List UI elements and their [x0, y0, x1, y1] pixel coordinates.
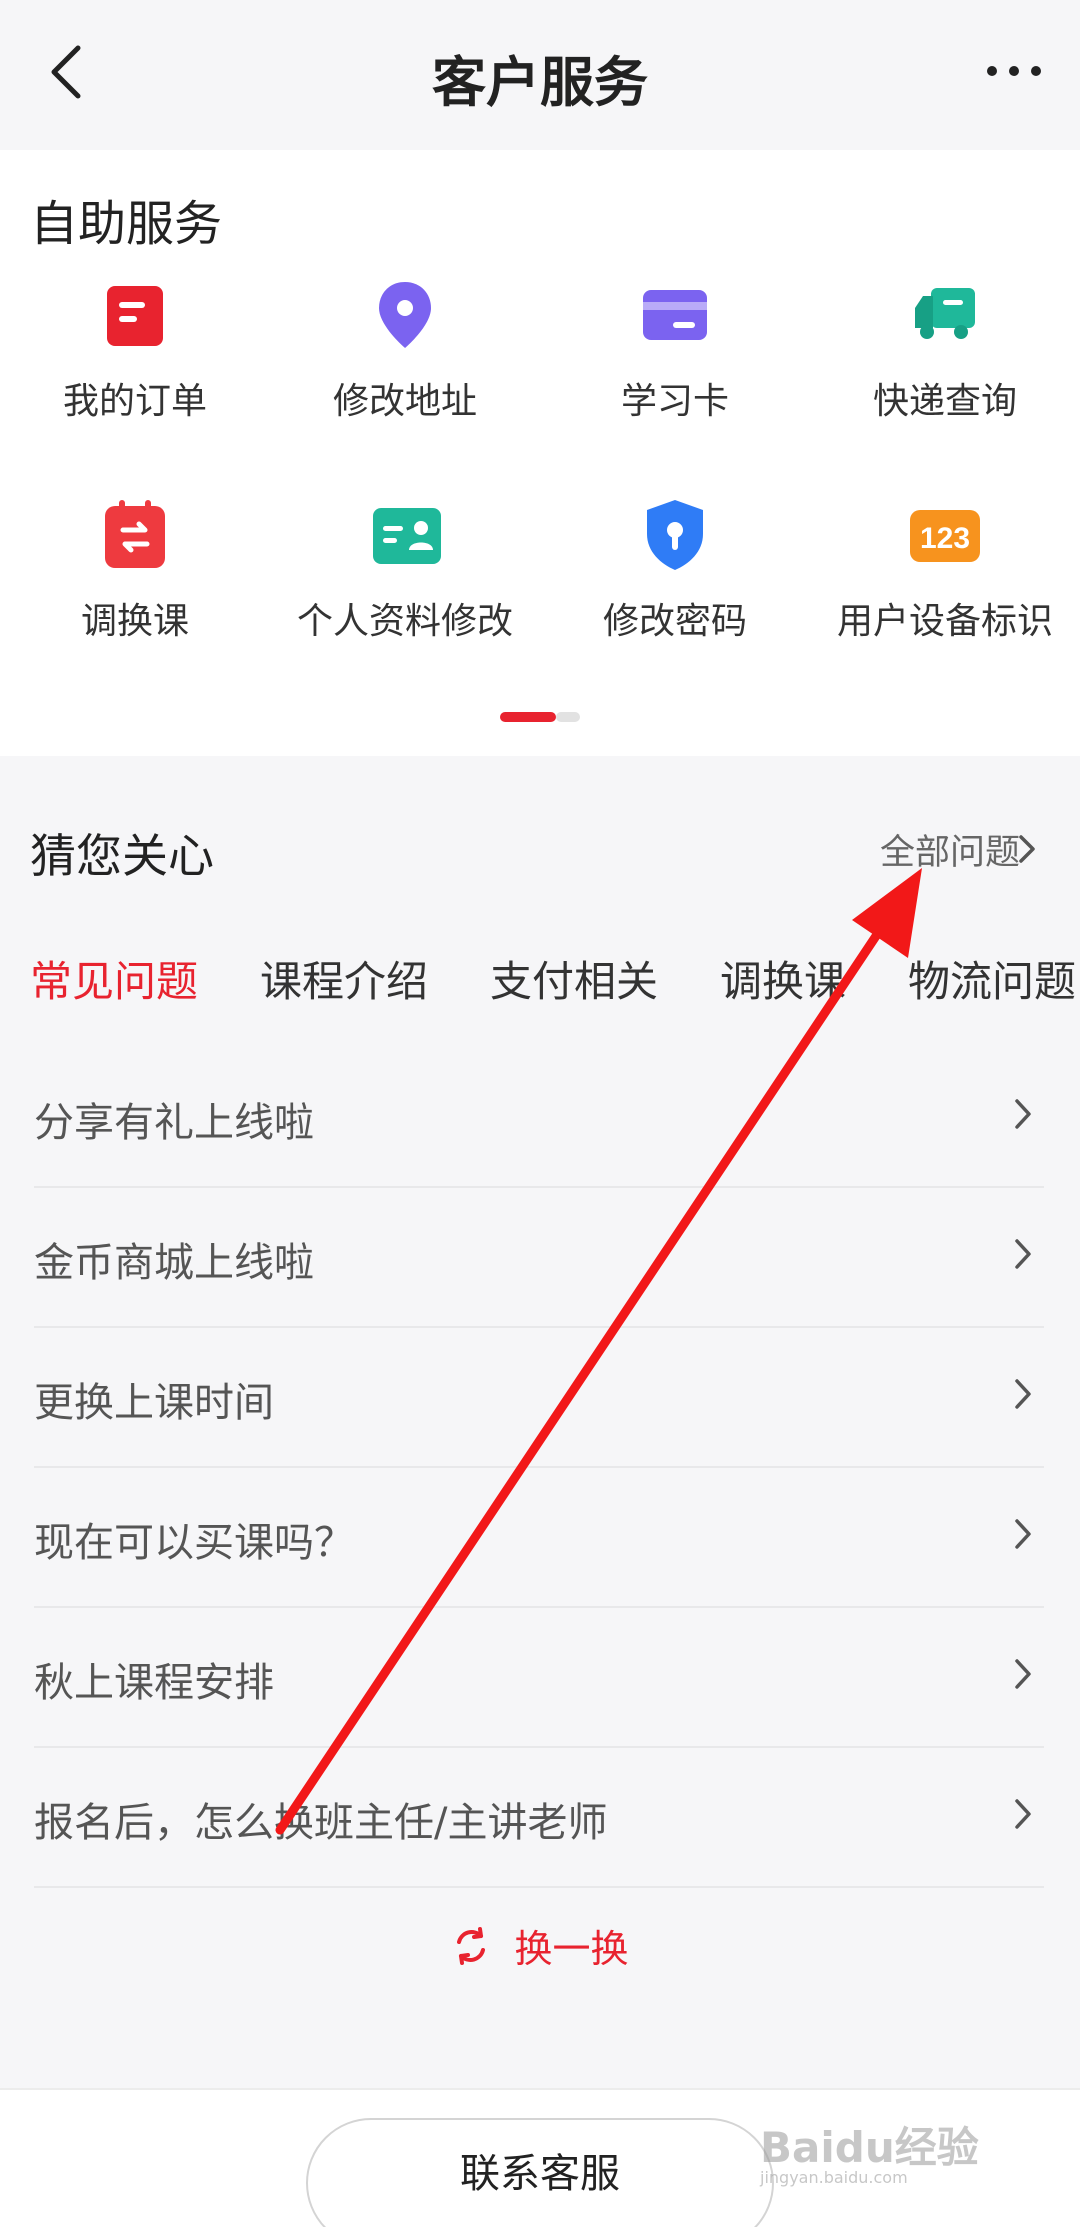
number-badge-icon: 123 [910, 510, 980, 562]
self-service-item-label: 学习卡 [620, 381, 729, 422]
faq-item[interactable]: 现在可以买课吗？ [34, 1468, 1044, 1608]
faq-item-text: 秋上课程安排 [34, 1660, 274, 1706]
id-card-icon [373, 508, 441, 564]
faq-item-text: 报名后，怎么换班主任/主讲老师 [34, 1800, 608, 1846]
refresh-label: 换一换 [514, 1927, 629, 1971]
all-questions-link[interactable]: 全部问题 [880, 824, 1020, 875]
refresh-icon [457, 1926, 486, 1965]
faq-item[interactable]: 更换上课时间 [34, 1328, 1044, 1468]
svg-text:123: 123 [920, 522, 970, 555]
chevron-right-icon [1015, 1519, 1031, 1549]
card-icon [643, 290, 707, 340]
faq-item[interactable]: 秋上课程安排 [34, 1608, 1044, 1748]
location-pin-icon [379, 282, 431, 348]
refresh-questions-button[interactable]: 换一换 [0, 1918, 1080, 1973]
chevron-right-icon [1015, 1659, 1031, 1689]
self-service-panel: 自助服务 我的订单 修改地址 学习卡 快递查询 调换课 个人资料修改 修改密码 … [0, 150, 1080, 756]
chevron-right-icon [1015, 1239, 1031, 1269]
truck-icon [915, 288, 975, 339]
self-service-item-label: 快递查询 [872, 381, 1017, 422]
nav-bar: 客户服务 [0, 0, 1080, 150]
faq-item-text: 分享有礼上线啦 [34, 1100, 314, 1146]
faq-tabs: 常见问题 课程介绍 支付相关 调换课 物流问题 [30, 948, 1080, 1018]
self-service-item-edit-profile[interactable]: 个人资料修改 [270, 498, 540, 688]
tab-course-intro[interactable]: 课程介绍 [260, 948, 428, 1009]
self-service-title: 自助服务 [30, 196, 223, 252]
tab-logistics[interactable]: 物流问题 [908, 948, 1076, 1009]
more-options-icon[interactable] [984, 56, 1044, 86]
self-service-item-change-password[interactable]: 修改密码 [540, 498, 810, 688]
watermark: Baidu经验 jingyan.baidu.com [760, 2108, 1020, 2188]
faq-item-text: 现在可以买课吗？ [34, 1520, 354, 1566]
self-service-item-change-course[interactable]: 调换课 [0, 498, 270, 688]
self-service-item-label: 调换课 [80, 601, 189, 642]
page-indicator-inactive [556, 712, 580, 722]
self-service-item-label: 修改地址 [332, 381, 477, 422]
order-icon [107, 286, 163, 346]
self-service-item-label: 个人资料修改 [296, 601, 513, 642]
tab-payment[interactable]: 支付相关 [490, 948, 658, 1009]
self-service-item-label: 修改密码 [602, 601, 747, 642]
page-indicator-active [500, 712, 556, 722]
faq-item-text: 金币商城上线啦 [34, 1240, 314, 1286]
tab-common-questions[interactable]: 常见问题 [30, 948, 198, 1009]
watermark-url: jingyan.baidu.com [760, 2168, 908, 2187]
chevron-right-icon [1015, 1799, 1031, 1829]
faq-item[interactable]: 报名后，怎么换班主任/主讲老师 [34, 1748, 1044, 1888]
self-service-item-device-id[interactable]: 123 用户设备标识 [810, 498, 1080, 688]
self-service-item-label: 我的订单 [62, 381, 207, 422]
chevron-right-icon [1015, 1099, 1031, 1129]
tab-change-course[interactable]: 调换课 [720, 948, 846, 1009]
faq-section-title: 猜您关心 [30, 829, 214, 883]
self-service-item-my-order[interactable]: 我的订单 [0, 278, 270, 468]
self-service-item-express-query[interactable]: 快递查询 [810, 278, 1080, 468]
self-service-item-edit-address[interactable]: 修改地址 [270, 278, 540, 468]
chevron-right-icon [1015, 1379, 1031, 1409]
page-title: 客户服务 [432, 51, 648, 114]
faq-panel: 猜您关心 全部问题 常见问题 课程介绍 支付相关 调换课 物流问题 分享有礼上线… [0, 778, 1080, 2088]
faq-item-text: 更换上课时间 [34, 1380, 274, 1426]
shield-lock-icon [647, 500, 703, 570]
faq-item[interactable]: 金币商城上线啦 [34, 1188, 1044, 1328]
chevron-right-icon[interactable] [1018, 834, 1036, 864]
self-service-item-label: 用户设备标识 [836, 601, 1053, 642]
bottom-bar: 联系客服 Baidu经验 jingyan.baidu.com [0, 2088, 1080, 2227]
watermark-brand: Baidu经验 [760, 2123, 979, 2172]
faq-item[interactable]: 分享有礼上线啦 [34, 1048, 1044, 1188]
calendar-swap-icon [105, 500, 165, 568]
self-service-item-study-card[interactable]: 学习卡 [540, 278, 810, 468]
contact-service-button[interactable]: 联系客服 [306, 2118, 774, 2227]
page-indicator [500, 712, 580, 722]
